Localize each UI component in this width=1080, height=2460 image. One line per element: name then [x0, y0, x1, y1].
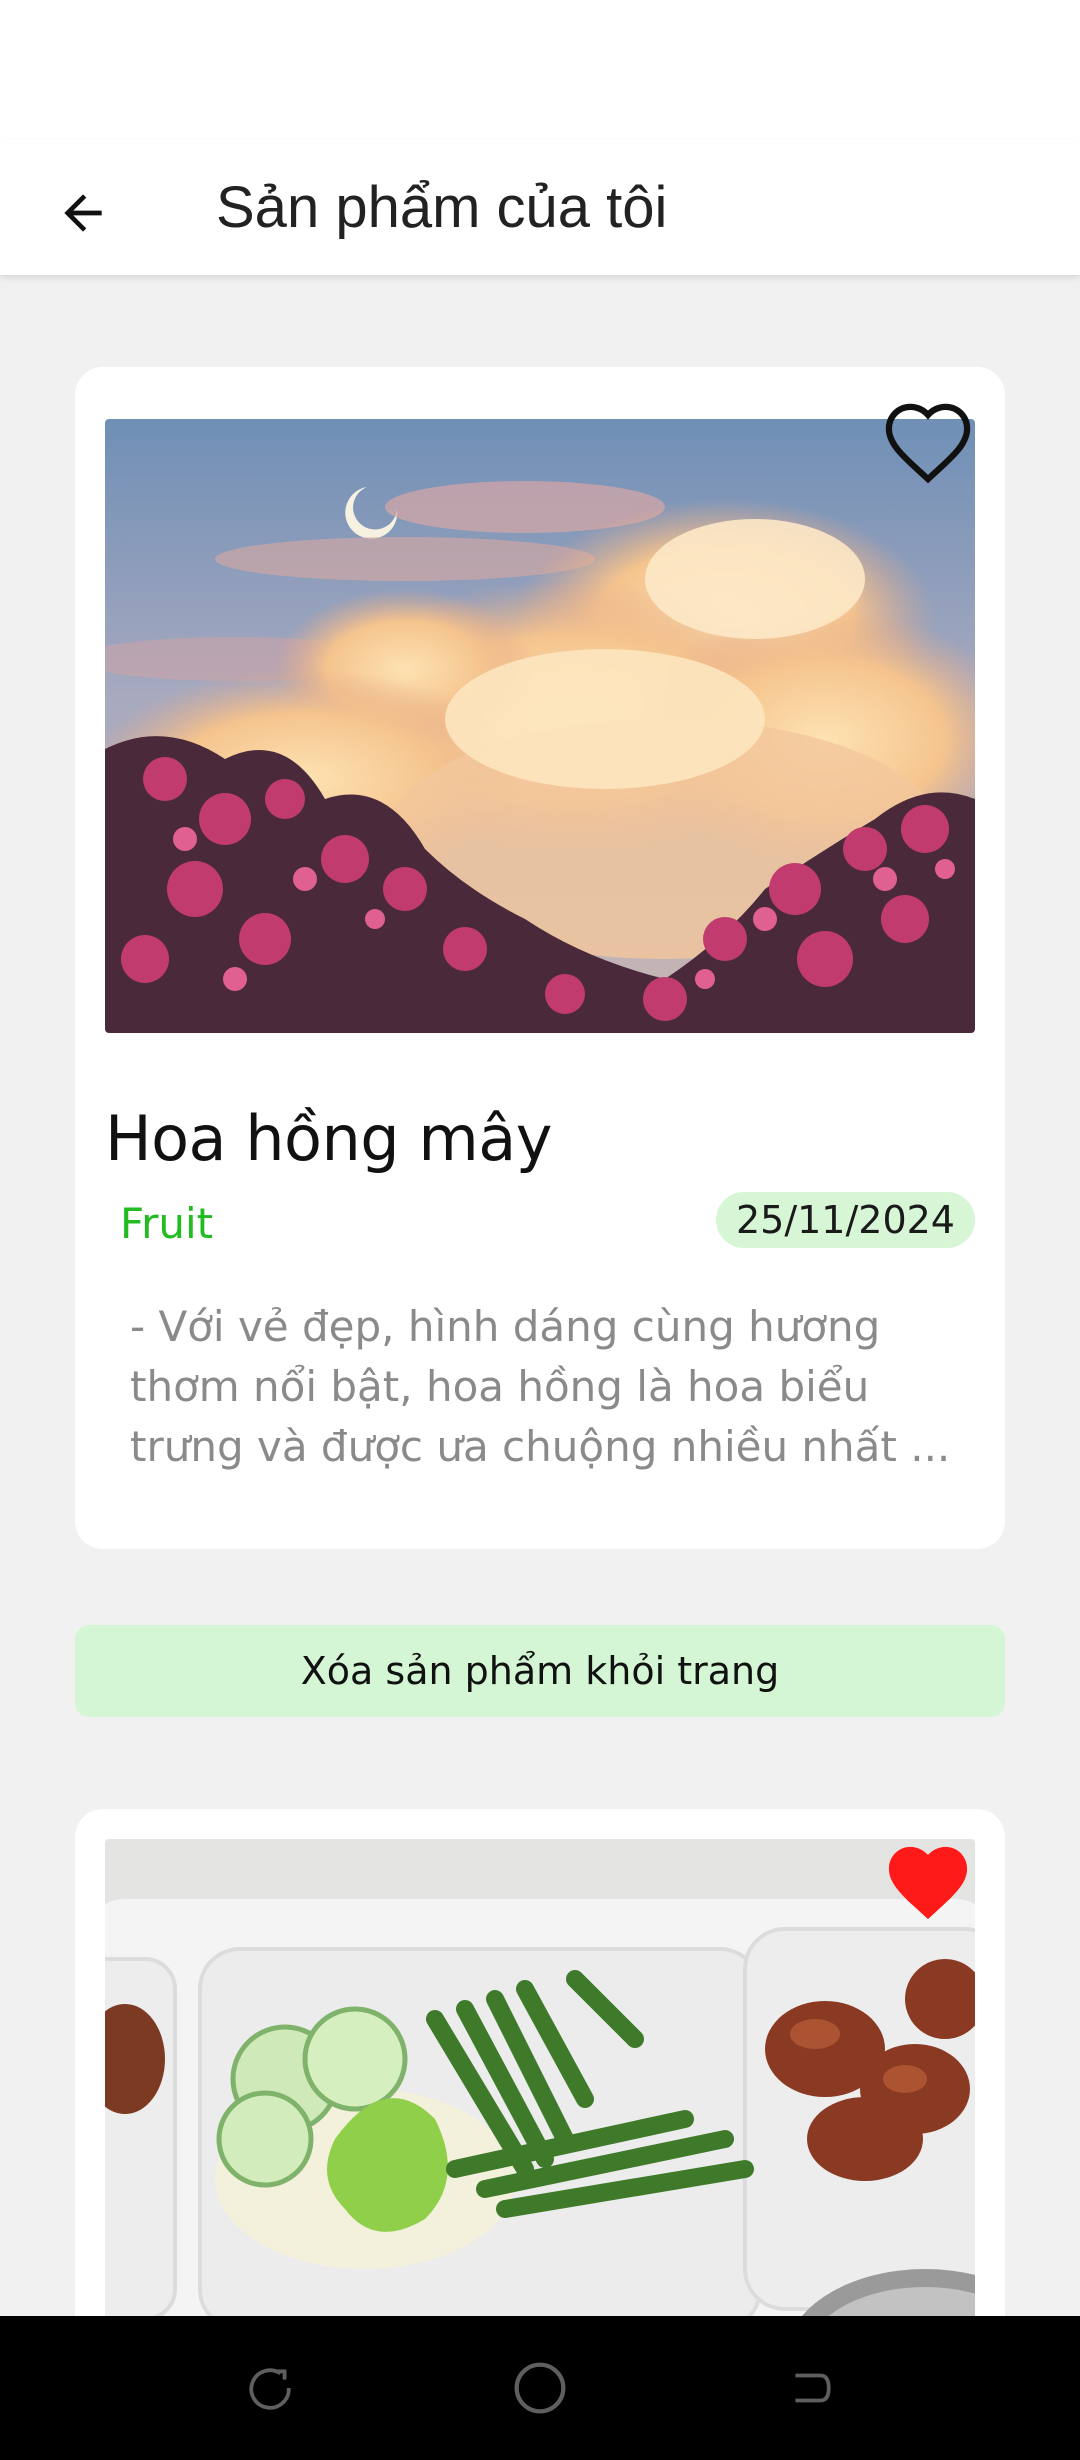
date-badge: 25/11/2024: [715, 1192, 975, 1248]
home-circle-icon: [514, 2362, 566, 2414]
recents-icon: [249, 2368, 291, 2410]
product-list[interactable]: Hoa hồng mây Fruit 25/11/2024 - Với vẻ đ…: [0, 278, 1080, 2316]
heart-outline-icon: [885, 403, 971, 484]
product-card[interactable]: [75, 1809, 1005, 2316]
home-button[interactable]: [504, 2352, 576, 2424]
favorite-button[interactable]: [881, 1839, 975, 1925]
favorite-button[interactable]: [881, 399, 975, 485]
product-image: [105, 1839, 975, 2316]
app-bar: Sản phẩm của tôi: [0, 140, 1080, 275]
recents-button[interactable]: [234, 2352, 306, 2424]
nav-back-icon: [795, 2373, 831, 2403]
product-image: [105, 419, 975, 1033]
product-category: Fruit: [120, 1199, 214, 1248]
nav-back-button[interactable]: [774, 2352, 846, 2424]
product-card[interactable]: Hoa hồng mây Fruit 25/11/2024 - Với vẻ đ…: [75, 367, 1005, 1549]
arrow-left-icon: [64, 194, 102, 232]
page-title: Sản phẩm của tôi: [216, 175, 668, 240]
back-button[interactable]: [40, 170, 126, 256]
remove-product-button[interactable]: Xóa sản phẩm khỏi trang: [75, 1625, 1005, 1717]
system-nav-bar: [0, 2316, 1080, 2460]
product-description: - Với vẻ đẹp, hình dáng cùng hương thơm …: [130, 1302, 951, 1471]
status-bar: [0, 0, 1080, 140]
heart-filled-icon: [888, 1846, 968, 1920]
product-title: Hoa hồng mây: [105, 1102, 552, 1175]
